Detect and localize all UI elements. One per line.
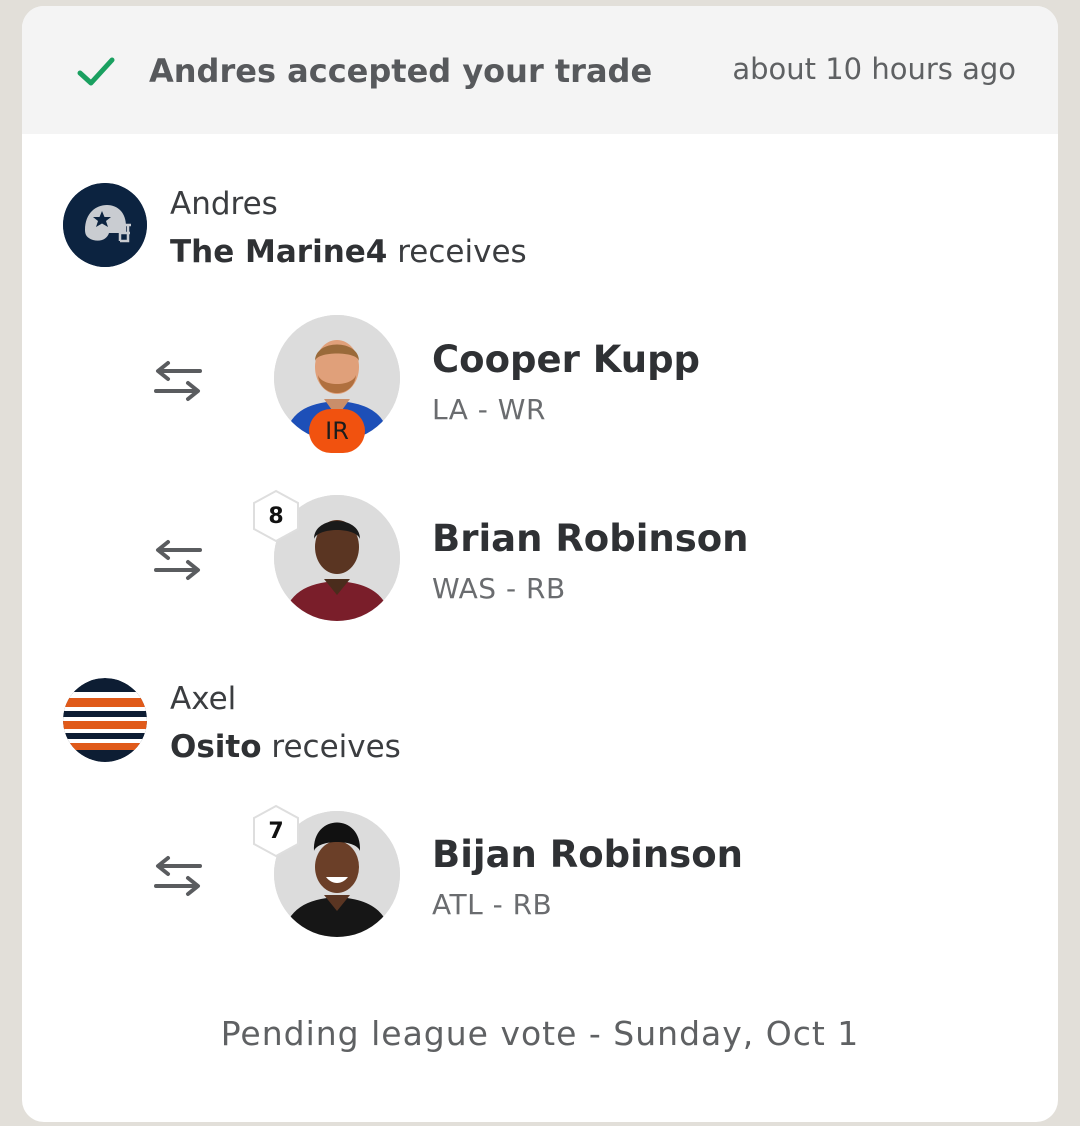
player-name[interactable]: Cooper Kupp bbox=[432, 338, 700, 381]
receives-label: receives bbox=[387, 234, 527, 270]
swap-arrows-icon bbox=[154, 856, 202, 896]
rank-value: 8 bbox=[268, 503, 284, 529]
receives-label: receives bbox=[261, 729, 401, 765]
team-receives-line: Osito receives bbox=[170, 729, 401, 765]
rank-value: 7 bbox=[268, 818, 284, 844]
player-name[interactable]: Bijan Robinson bbox=[432, 833, 743, 876]
swap-arrows-icon bbox=[154, 540, 202, 580]
team-logo-striped[interactable] bbox=[63, 678, 147, 762]
check-icon bbox=[77, 57, 115, 86]
trade-timestamp: about 10 hours ago bbox=[732, 52, 1016, 86]
team-owner-name: Andres bbox=[170, 186, 278, 222]
team-logo-helmet[interactable] bbox=[63, 183, 147, 267]
rank-badge: 8 bbox=[250, 489, 302, 543]
trade-status-title: Andres accepted your trade bbox=[149, 52, 653, 90]
player-team-position: LA - WR bbox=[432, 393, 546, 426]
trade-card[interactable]: Andres accepted your trade about 10 hour… bbox=[22, 6, 1058, 1122]
team-name: Osito bbox=[170, 729, 262, 765]
player-name[interactable]: Brian Robinson bbox=[432, 517, 749, 560]
injury-status-badge: IR bbox=[309, 409, 365, 453]
rank-badge: 7 bbox=[250, 804, 302, 858]
team-owner-name: Axel bbox=[170, 681, 237, 717]
swap-arrows-icon bbox=[154, 361, 202, 401]
trade-pending-status: Pending league vote - Sunday, Oct 1 bbox=[220, 1014, 860, 1053]
helmet-icon bbox=[63, 183, 147, 267]
trade-header: Andres accepted your trade about 10 hour… bbox=[22, 6, 1058, 134]
player-team-position: ATL - RB bbox=[432, 888, 553, 921]
player-team-position: WAS - RB bbox=[432, 572, 566, 605]
striped-logo-icon bbox=[63, 678, 147, 762]
team-name: The Marine4 bbox=[170, 234, 388, 270]
team-receives-line: The Marine4 receives bbox=[170, 234, 527, 270]
